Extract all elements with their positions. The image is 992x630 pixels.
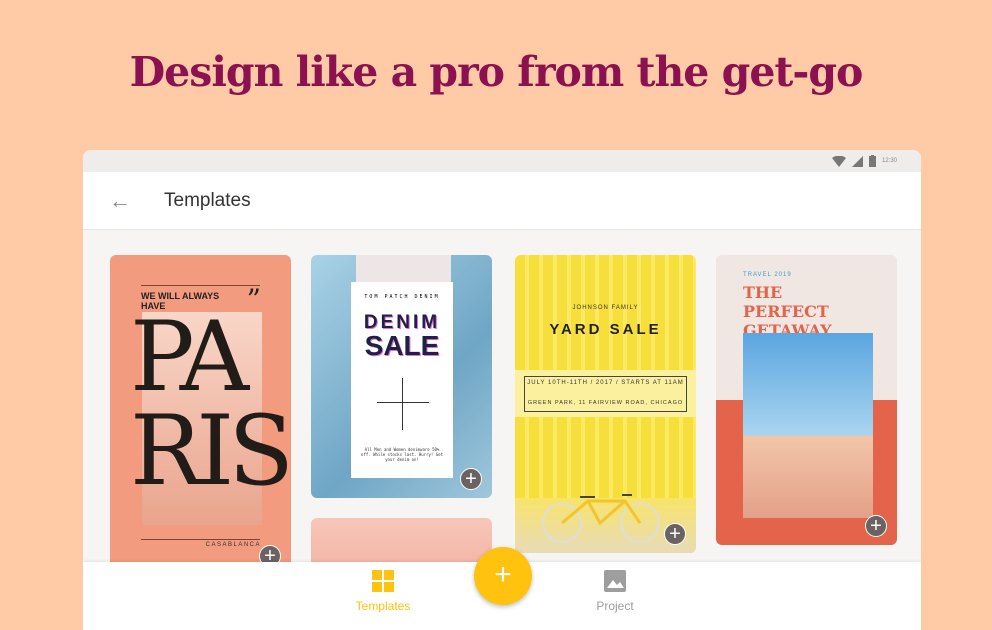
back-arrow-icon[interactable]: ←	[109, 188, 131, 214]
template-card-denim-sale[interactable]: TOM PATCH DENIM DENIM SALE All Men and W…	[311, 255, 492, 498]
page-title: Templates	[164, 189, 251, 211]
cross-line	[377, 402, 429, 403]
battery-icon	[868, 155, 876, 167]
nav-templates-label: Templates	[355, 599, 411, 613]
yard-family: JOHNSON FAMILY	[572, 305, 639, 311]
tablet-screen: 12:30 ← Templates WE WILL ALWAYS HAVE ” …	[83, 150, 921, 630]
add-template-button[interactable]: +	[664, 523, 686, 545]
denim-brand: TOM PATCH DENIM	[364, 294, 440, 300]
divider	[141, 285, 260, 286]
divider	[141, 539, 260, 540]
getaway-kicker: TRAVEL 2019	[743, 272, 792, 278]
nav-project[interactable]: Project	[575, 570, 655, 613]
cross-line	[402, 378, 403, 430]
denim-poster: TOM PATCH DENIM DENIM SALE All Men and W…	[351, 282, 453, 478]
template-card-paris[interactable]: WE WILL ALWAYS HAVE ” PA RIS CASABLANCA +	[110, 255, 291, 575]
paris-title-line2: RIS	[130, 395, 291, 507]
template-card-perfect-getaway[interactable]: TRAVEL 2019 THE PERFECT GETAWAY +	[716, 255, 897, 545]
paris-title-line1: PA	[130, 301, 249, 413]
yard-date: JULY 10TH-11TH / 2017 / STARTS AT 11AM	[527, 380, 684, 386]
status-bar: 12:30	[83, 150, 921, 172]
add-template-button[interactable]: +	[865, 515, 887, 537]
templates-grid-icon	[372, 570, 394, 592]
nav-templates[interactable]: Templates	[343, 570, 423, 613]
yard-location: GREEN PARK, 11 FAIRVIEW ROAD, CHICAGO	[527, 400, 684, 406]
add-fab-button[interactable]: +	[474, 547, 532, 605]
signal-icon	[851, 155, 863, 167]
paris-footer: CASABLANCA	[205, 542, 261, 548]
nav-project-label: Project	[596, 599, 634, 613]
clock: 12:30	[881, 158, 897, 164]
headline: Design like a pro from the get-go	[129, 48, 864, 96]
building-photo	[743, 333, 873, 518]
image-icon	[604, 570, 626, 592]
app-bar: ← Templates	[83, 172, 921, 230]
add-template-button[interactable]: +	[460, 468, 482, 490]
denim-title-line2: SALE	[364, 330, 440, 361]
denim-fine-print: All Men and Women denimware 50% off. Whi…	[361, 447, 443, 462]
paris-title: PA RIS	[130, 301, 291, 507]
getaway-title: THE PERFECT GETAWAY	[743, 283, 832, 340]
wifi-icon	[831, 155, 846, 167]
yard-title: YARD SALE	[549, 321, 662, 338]
bicycle-image	[542, 494, 660, 543]
template-card-yard-sale[interactable]: JOHNSON FAMILY YARD SALE JULY 10TH-11TH …	[515, 255, 696, 553]
